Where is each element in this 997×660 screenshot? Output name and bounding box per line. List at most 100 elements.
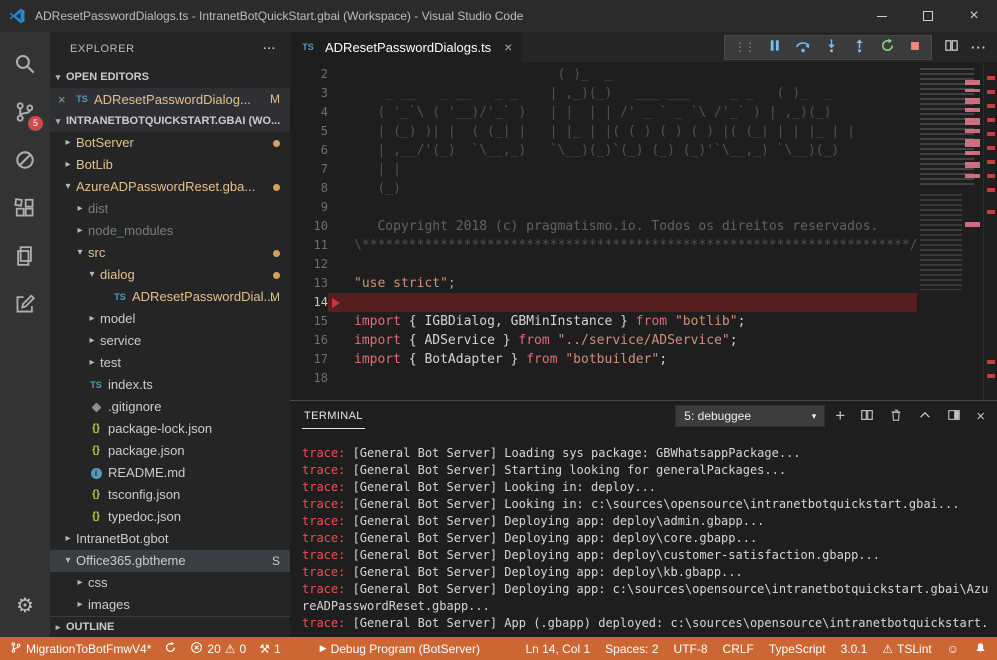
drag-grip-icon[interactable]: ⋮⋮ bbox=[734, 40, 754, 54]
indentation-indicator[interactable]: Spaces: 2 bbox=[605, 642, 658, 656]
feedback-smiley-icon[interactable]: ☺ bbox=[947, 642, 959, 656]
terminal-tab[interactable]: TERMINAL bbox=[302, 403, 365, 429]
restart-icon[interactable] bbox=[880, 38, 895, 56]
stop-icon[interactable] bbox=[908, 39, 922, 56]
git-branch-indicator[interactable]: MigrationToBotFmwV4* bbox=[10, 641, 151, 657]
edit-icon[interactable] bbox=[0, 280, 50, 328]
code-line-12: 12 bbox=[290, 255, 917, 274]
error-icon bbox=[190, 641, 203, 657]
pause-icon[interactable] bbox=[767, 38, 782, 56]
current-line-marker bbox=[332, 298, 340, 308]
code-text: ( '_`\ ( '__)/'_` ) | | | | /' _ ` _ `\ … bbox=[328, 103, 917, 122]
tree-item-service[interactable]: ▸service bbox=[50, 330, 290, 352]
close-icon[interactable]: × bbox=[504, 39, 512, 55]
files-icon[interactable] bbox=[0, 232, 50, 280]
chevron-right-icon: ▸ bbox=[84, 352, 100, 374]
tree-item-readme-md[interactable]: iREADME.md bbox=[50, 462, 290, 484]
tree-item-index-ts[interactable]: TSindex.ts bbox=[50, 374, 290, 396]
tree-item-package-json[interactable]: {}package.json bbox=[50, 440, 290, 462]
git-status-badge: S bbox=[272, 550, 280, 572]
debug-icon[interactable] bbox=[0, 136, 50, 184]
maximize-button[interactable] bbox=[905, 0, 951, 32]
step-into-icon[interactable] bbox=[824, 38, 839, 56]
tree-item-images[interactable]: ▸images bbox=[50, 594, 290, 616]
toggle-panel-icon[interactable] bbox=[947, 408, 961, 425]
eol-indicator[interactable]: CRLF bbox=[723, 642, 754, 656]
new-terminal-icon[interactable]: + bbox=[835, 408, 845, 424]
window-title: ADResetPasswordDialogs.ts - IntranetBotQ… bbox=[35, 9, 523, 23]
chevron-right-icon: ▸ bbox=[84, 308, 100, 330]
tree-item-package-lock-json[interactable]: {}package-lock.json bbox=[50, 418, 290, 440]
tree-item-adresetpassworddial[interactable]: TSADResetPasswordDial...M bbox=[50, 286, 290, 308]
overview-ruler[interactable] bbox=[983, 62, 997, 400]
open-editor-item[interactable]: × TS ADResetPasswordDialog... M bbox=[50, 88, 290, 110]
tree-item-node-modules[interactable]: ▸node_modules bbox=[50, 220, 290, 242]
maximize-panel-icon[interactable] bbox=[918, 408, 932, 425]
sync-button[interactable] bbox=[164, 641, 177, 657]
tree-item-typedoc-json[interactable]: {}typedoc.json bbox=[50, 506, 290, 528]
extensions-icon[interactable] bbox=[0, 184, 50, 232]
tree-item-model[interactable]: ▸model bbox=[50, 308, 290, 330]
tree-item-botserver[interactable]: ▸BotServer bbox=[50, 132, 290, 154]
tree-item-botlib[interactable]: ▸BotLib bbox=[50, 154, 290, 176]
open-editors-header[interactable]: ▾ OPEN EDITORS bbox=[50, 66, 290, 88]
tree-item-azureadpasswordreset-gba[interactable]: ▾AzureADPasswordReset.gba... bbox=[50, 176, 290, 198]
code-line-9: 9 bbox=[290, 198, 917, 217]
editor-tab-active[interactable]: TS ADResetPasswordDialogs.ts × bbox=[290, 32, 522, 62]
settings-gear-icon[interactable]: ⚙ bbox=[16, 585, 34, 625]
workspace-section-header[interactable]: ▾ INTRANETBOTQUICKSTART.GBAI (WO... bbox=[50, 110, 290, 132]
tree-item-label: dist bbox=[88, 198, 108, 220]
split-editor-icon[interactable] bbox=[944, 38, 959, 56]
tree-item-office365-gbtheme[interactable]: ▾Office365.gbthemeS bbox=[50, 550, 290, 572]
close-icon[interactable]: × bbox=[58, 92, 72, 107]
terminal-output[interactable]: trace: [General Bot Server] Loading sys … bbox=[290, 431, 997, 637]
tree-item-src[interactable]: ▾src bbox=[50, 242, 290, 264]
json-file-icon: {} bbox=[88, 506, 104, 528]
chevron-right-icon: ▸ bbox=[72, 220, 88, 242]
step-out-icon[interactable] bbox=[852, 38, 867, 56]
tree-item-dialog[interactable]: ▾dialog bbox=[50, 264, 290, 286]
kill-terminal-icon[interactable] bbox=[889, 408, 903, 425]
code-line-11: 11\*************************************… bbox=[290, 236, 917, 255]
more-actions-icon[interactable]: ··· bbox=[971, 40, 987, 55]
sidebar-more-actions-icon[interactable]: ··· bbox=[263, 32, 276, 66]
code-text: | (_) )| | ( (_| | | |_ | |( ( ) ( ) ( )… bbox=[328, 122, 917, 141]
close-panel-icon[interactable]: × bbox=[976, 408, 985, 425]
code-editor[interactable]: 2 ( )_ _3 _ __ _ __ _ _ | ,_)(_) ___ ___… bbox=[290, 62, 997, 400]
terminal-line: trace: [General Bot Server] Deploying ap… bbox=[302, 530, 990, 547]
close-button[interactable]: × bbox=[951, 0, 997, 32]
source-control-icon[interactable]: 5 bbox=[0, 88, 50, 136]
minimize-button[interactable] bbox=[859, 0, 905, 32]
tree-item-label: AzureADPasswordReset.gba... bbox=[76, 176, 255, 198]
chevron-down-icon: ▾ bbox=[50, 110, 66, 132]
tree-item-intranetbot-gbot[interactable]: ▸IntranetBot.gbot bbox=[50, 528, 290, 550]
chevron-down-icon: ▾ bbox=[60, 550, 76, 572]
tree-item-css[interactable]: ▸css bbox=[50, 572, 290, 594]
cursor-position[interactable]: Ln 14, Col 1 bbox=[525, 642, 590, 656]
tslint-indicator[interactable]: ⚠TSLint bbox=[882, 642, 931, 656]
step-over-icon[interactable] bbox=[795, 38, 811, 57]
search-icon[interactable] bbox=[0, 40, 50, 88]
split-terminal-icon[interactable] bbox=[860, 408, 874, 425]
tree-item-test[interactable]: ▸test bbox=[50, 352, 290, 374]
encoding-indicator[interactable]: UTF-8 bbox=[674, 642, 708, 656]
tree-item-gitignore[interactable]: .gitignore bbox=[50, 396, 290, 418]
problems-indicator[interactable]: 20 ⚠ 0 bbox=[190, 641, 246, 657]
open-editor-label: ADResetPasswordDialog... bbox=[94, 92, 251, 107]
language-indicator[interactable]: TypeScript bbox=[769, 642, 826, 656]
debug-status[interactable]: ▶ Debug Program (BotServer) bbox=[320, 642, 480, 656]
terminal-selector-dropdown[interactable]: 5: debuggee ▾ bbox=[675, 405, 825, 427]
trace-level: trace: bbox=[302, 480, 345, 494]
version-indicator[interactable]: 3.0.1 bbox=[841, 642, 868, 656]
terminal-line: trace: [General Bot Server] Loading sys … bbox=[302, 445, 990, 462]
code-text: | | bbox=[328, 160, 917, 179]
tasks-indicator[interactable]: ⚒ 1 bbox=[259, 642, 280, 656]
outline-section-header[interactable]: ▸ OUTLINE bbox=[50, 616, 290, 637]
code-text: import { IGBDialog, GBMinInstance } from… bbox=[328, 312, 917, 331]
tree-item-dist[interactable]: ▸dist bbox=[50, 198, 290, 220]
ruler-error-mark bbox=[987, 118, 995, 122]
minimap[interactable] bbox=[917, 62, 983, 400]
tree-item-tsconfig-json[interactable]: {}tsconfig.json bbox=[50, 484, 290, 506]
json-file-icon: {} bbox=[88, 484, 104, 506]
notifications-bell-icon[interactable] bbox=[974, 642, 987, 655]
